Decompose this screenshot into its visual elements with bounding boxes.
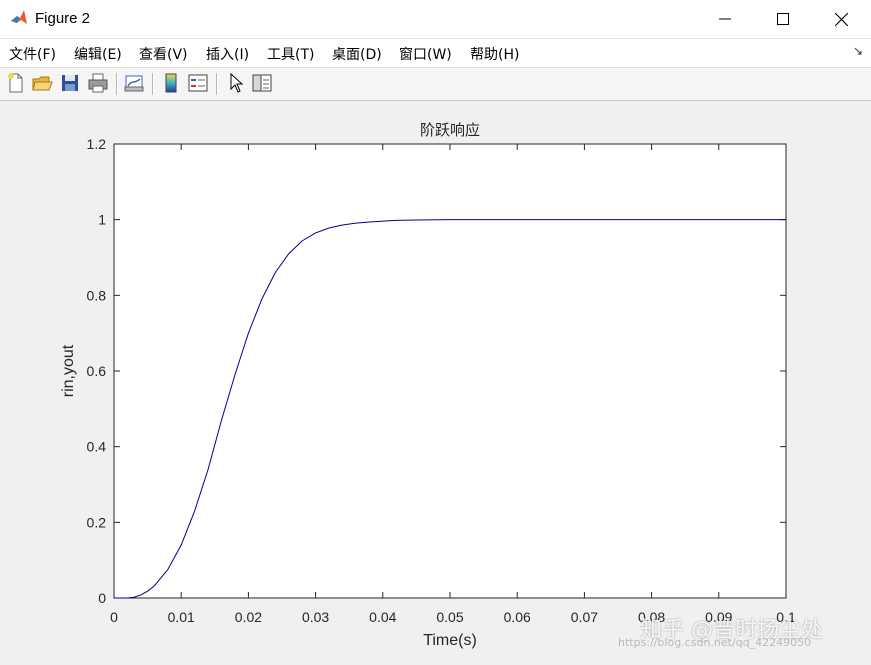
menu-overflow-icon[interactable]: ↘ — [853, 44, 863, 58]
x-tick-label: 0.06 — [504, 609, 531, 625]
legend-icon[interactable] — [187, 72, 209, 94]
axes-area — [113, 143, 787, 599]
figure-toolbar — [0, 68, 871, 101]
maximize-button[interactable] — [754, 0, 812, 38]
y-tick-label: 0.8 — [87, 287, 107, 303]
print-icon[interactable] — [87, 72, 109, 94]
colorbar-icon[interactable] — [160, 72, 182, 94]
toolbar-separator — [116, 73, 118, 95]
step-response-chart[interactable]: 0 0.01 0.02 0.03 0.04 0.05 0.06 0.07 0.08 0.09 0.1… — [0, 101, 871, 660]
save-icon[interactable] — [59, 72, 81, 94]
menu-desktop[interactable]: 桌面(D) — [332, 44, 382, 64]
x-tick-label: 0 — [110, 609, 118, 625]
y-tick-label: 0.6 — [87, 363, 107, 379]
menu-file[interactable]: 文件(F) — [9, 44, 56, 64]
y-tick-label: 0.2 — [87, 514, 107, 530]
y-axis-label: rin,yout — [60, 344, 77, 397]
menu-bar: 文件(F) 编辑(E) 查看(V) 插入(I) 工具(T) 桌面(D) 窗口(W… — [0, 39, 871, 68]
minimize-button[interactable] — [696, 0, 754, 38]
y-tick-label: 1.2 — [87, 136, 107, 152]
matlab-logo-icon — [9, 8, 29, 28]
toolbar-separator — [216, 73, 218, 95]
window-titlebar: Figure 2 — [0, 0, 871, 39]
x-axis-label: Time(s) — [423, 632, 477, 649]
new-figure-icon[interactable] — [5, 72, 27, 94]
menu-window[interactable]: 窗口(W) — [399, 44, 452, 64]
menu-insert[interactable]: 插入(I) — [206, 44, 249, 64]
menu-view[interactable]: 查看(V) — [139, 44, 188, 64]
y-tick-label: 0 — [98, 590, 106, 606]
y-tick-label: 1 — [98, 212, 106, 228]
toolbar-separator — [152, 73, 154, 95]
watermark-url: https://blog.csdn.net/qq_42249050 — [618, 636, 812, 649]
figure-canvas: 0 0.01 0.02 0.03 0.04 0.05 0.06 0.07 0.08 0.09 0.1… — [0, 101, 871, 660]
property-editor-icon[interactable] — [251, 72, 273, 94]
y-tick-label: 0.4 — [87, 439, 107, 455]
menu-help[interactable]: 帮助(H) — [470, 44, 519, 64]
menu-tools[interactable]: 工具(T) — [267, 44, 314, 64]
maximize-icon — [777, 13, 789, 25]
chart-title: 阶跃响应 — [420, 121, 480, 139]
x-tick-label: 0.01 — [168, 609, 195, 625]
minimize-icon — [719, 18, 731, 20]
pointer-icon[interactable] — [225, 72, 247, 94]
link-plot-icon[interactable] — [123, 72, 145, 94]
x-tick-label: 0.05 — [436, 609, 463, 625]
x-tick-label: 0.07 — [571, 609, 598, 625]
menu-edit[interactable]: 编辑(E) — [74, 44, 122, 64]
x-tick-label: 0.02 — [235, 609, 262, 625]
window-title: Figure 2 — [35, 10, 91, 27]
x-tick-label: 0.03 — [302, 609, 329, 625]
close-button[interactable] — [812, 0, 870, 38]
open-file-icon[interactable] — [31, 72, 53, 94]
x-tick-label: 0.04 — [369, 609, 396, 625]
close-icon — [834, 12, 848, 26]
